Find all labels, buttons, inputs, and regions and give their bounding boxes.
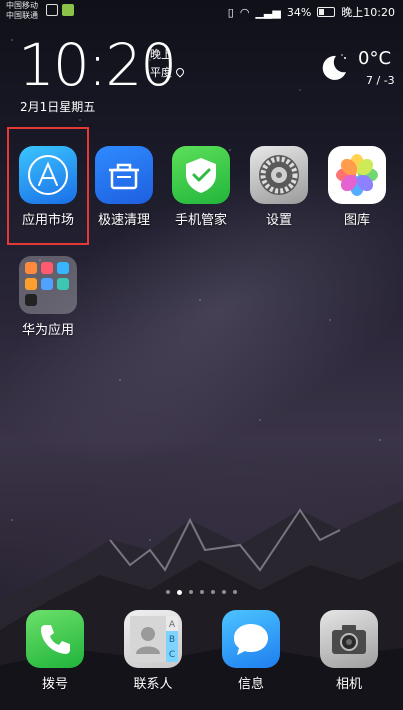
app-label: 设置 xyxy=(265,213,292,228)
image-notification-icon xyxy=(62,4,74,16)
shield-check-icon xyxy=(172,146,230,204)
folder-huawei-apps[interactable]: 华为应用 xyxy=(12,256,84,338)
notification-icon xyxy=(46,4,58,16)
moon-cloud-icon[interactable] xyxy=(318,52,350,84)
dock-label: 联系人 xyxy=(133,677,173,692)
contacts-tab-c: C xyxy=(169,650,175,660)
page-dot-active[interactable] xyxy=(177,590,182,595)
page-dot[interactable] xyxy=(222,590,226,594)
status-right: ▯ ◠ ▁▃▅ 34% 晚上10:20 xyxy=(228,4,395,20)
folder-label: 华为应用 xyxy=(21,323,74,338)
vibrate-icon: ▯ xyxy=(227,5,234,19)
cleaner-icon xyxy=(95,146,153,204)
folder-icon xyxy=(19,256,77,314)
contacts-icon: A B C xyxy=(124,610,182,668)
carrier-1: 中国移动 xyxy=(6,1,38,10)
status-bar: 中国移动 中国联通 ▯ ◠ ▁▃▅ 34% 晚上10:20 xyxy=(0,0,403,24)
weather-temperature: 0°C xyxy=(358,48,392,69)
app-label: 极速清理 xyxy=(97,213,150,228)
dock-messages[interactable]: 信息 xyxy=(215,610,287,692)
contacts-tab-a: A xyxy=(169,620,176,630)
carrier-labels: 中国移动 中国联通 xyxy=(6,1,38,21)
carrier-2: 中国联通 xyxy=(6,11,38,20)
dock-label: 拨号 xyxy=(41,677,68,692)
app-cleaner[interactable]: 极速清理 xyxy=(88,146,160,228)
app-label: 手机管家 xyxy=(174,213,227,228)
app-settings[interactable]: 设置 xyxy=(243,146,315,228)
message-icon xyxy=(222,610,280,668)
signal-icon: ▁▃▅ xyxy=(255,5,281,19)
clock-side-info: 晚上 平度 xyxy=(150,46,186,82)
dock-camera[interactable]: 相机 xyxy=(313,610,385,692)
battery-percent: 34% xyxy=(286,5,312,19)
clock-date: 2月1日星期五 xyxy=(20,100,96,114)
clock-period: 晚上 xyxy=(150,48,172,61)
status-left-icons xyxy=(46,4,74,16)
page-indicator xyxy=(0,590,403,595)
phone-icon xyxy=(26,610,84,668)
highlight-box xyxy=(7,127,89,245)
page-dot[interactable] xyxy=(233,590,237,594)
location-label: 平度 xyxy=(150,66,172,79)
status-time: 晚上10:20 xyxy=(341,6,395,19)
page-dot[interactable] xyxy=(189,590,193,594)
wifi-icon: ◠ xyxy=(239,5,250,19)
location-row[interactable]: 平度 xyxy=(150,64,186,82)
location-pin-icon xyxy=(174,66,186,78)
page-dot[interactable] xyxy=(166,590,170,594)
dock-label: 相机 xyxy=(335,677,362,692)
dock-dialer[interactable]: 拨号 xyxy=(19,610,91,692)
contacts-tab-b: B xyxy=(169,635,175,645)
page-dot[interactable] xyxy=(211,590,215,594)
folder-mini-grid xyxy=(25,262,69,306)
app-gallery[interactable]: 图库 xyxy=(321,146,393,228)
page-dot[interactable] xyxy=(200,590,204,594)
dock-contacts[interactable]: A B C 联系人 xyxy=(117,610,189,692)
weather-range: 7 / -3 xyxy=(366,74,395,87)
app-label: 图库 xyxy=(343,213,370,228)
dock-label: 信息 xyxy=(237,677,264,692)
camera-icon xyxy=(320,610,378,668)
app-phone-manager[interactable]: 手机管家 xyxy=(165,146,237,228)
battery-icon xyxy=(317,7,336,17)
gear-icon xyxy=(250,146,308,204)
gallery-flower-icon xyxy=(328,146,386,204)
